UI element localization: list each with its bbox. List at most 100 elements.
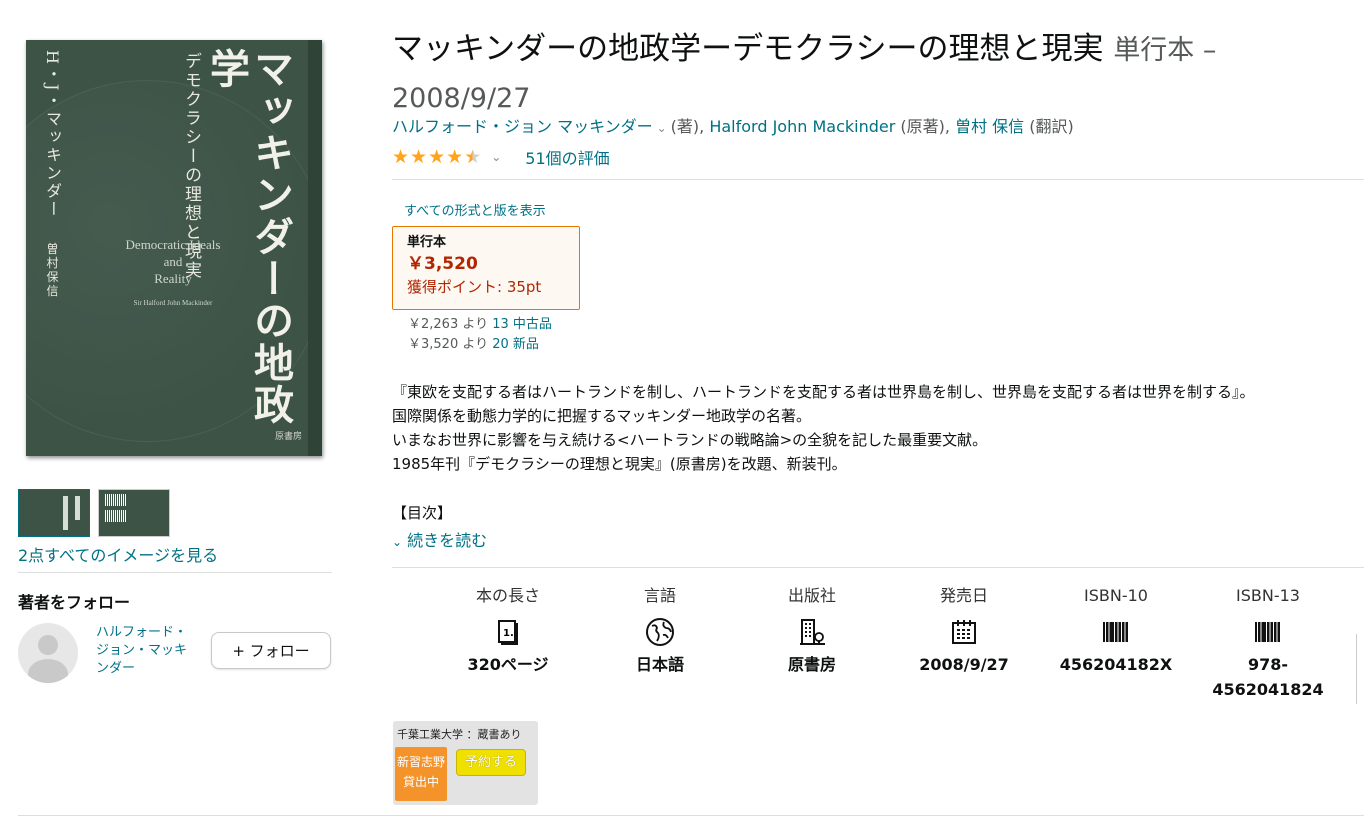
star-full-icon: ★ [410,146,428,168]
contributors-byline: ハルフォード・ジョン マッキンダー ⌄ (著), Halford John Mack… [392,116,1074,139]
product-release-date: 2008/9/27 [392,83,531,114]
format-option-selected[interactable]: 単行本 ￥3,520 獲得ポイント: 35pt [392,226,580,310]
thumbnail-subtitle-mark [75,496,80,520]
contributor-link[interactable]: 曽村 保信 [955,117,1024,136]
library-availability-widget: 千葉工業大学 ：蔵書あり 新習志野 貸出中 予約する [393,721,538,805]
follow-author-heading: 著者をフォロー [18,593,131,612]
rating-summary: ★ ★ ★ ★ ★ ⌄ 51個の評価 [392,145,610,169]
contributor-role: (著), [670,117,705,136]
divider [392,567,1364,568]
detail-isbn-10: ISBN-10 456204182X [1040,584,1192,702]
cover-en-line: Reality [154,271,192,286]
detail-value: 320ページ [467,655,549,674]
star-full-icon: ★ [446,146,464,168]
star-half-icon: ★ [464,146,482,168]
detail-label: 出版社 [787,586,836,605]
all-formats-link[interactable]: すべての形式と版を表示 [404,200,546,219]
book-pages-icon: 1. [432,612,584,652]
detail-value: 2008/9/27 [919,655,1009,674]
avatar-head-shape [38,635,58,655]
contributor-link[interactable]: ハルフォード・ジョン マッキンダー [392,117,653,136]
contributor-role: (翻訳) [1029,117,1074,136]
cover-en-line: and [163,254,183,269]
offer-new: ￥3,520 より 20 新品 [408,335,552,355]
star-full-icon: ★ [428,146,446,168]
library-reserve-button[interactable]: 予約する [456,749,526,776]
detail-language: 言語 日本語 [584,584,736,702]
format-points: 獲得ポイント: 35pt [407,278,542,296]
other-offers: ￥2,263 より 13 中古品 ￥3,520 より 20 新品 [408,315,552,355]
cover-publisher: 原書房 [274,432,302,442]
description-line: 国際関係を動態力学的に把握するマッキンダー地政学の名著。 [392,407,811,425]
table-of-contents-heading: 【目次】 [392,504,453,522]
description-line: 1985年刊『デモクラシーの理想と現実』(原書房)を改題、新装刊。 [392,455,847,473]
carousel-scroll-edge[interactable] [1356,634,1364,704]
svg-text:1.: 1. [503,628,514,639]
follow-button[interactable]: + フォロー [211,632,331,669]
product-details-carousel: 本の長さ 1. 320ページ 言語 日本語 出版社 原書房 発売日 2008/9… [432,584,1344,702]
detail-label: 言語 [643,586,676,605]
cover-en-line: Democratic Ideals [125,237,221,252]
description-line: 『東欧を支配する者はハートランドを制し、ハートランドを支配する者は世界島を制し、… [392,383,1255,401]
thumbnail-front-cover[interactable] [18,489,90,537]
divider [18,572,332,573]
star-full-icon: ★ [392,146,410,168]
offer-price: ￥3,520 より [408,337,489,352]
detail-print-length: 本の長さ 1. 320ページ [432,584,584,702]
detail-publisher: 出版社 原書房 [736,584,888,702]
product-format: 単行本 – [1113,35,1217,66]
cover-author-name: H・J・マッキンダー [43,50,62,219]
library-loan-status: 貸出中 [402,775,439,789]
library-name: 千葉工業大学 ：蔵書あり [397,728,522,741]
offer-price: ￥2,263 より [408,317,489,332]
detail-value: 456204182X [1059,655,1173,674]
read-more-link[interactable]: ⌄ 続きを読む [392,527,487,551]
divider [18,815,1364,816]
detail-value: 原書房 [787,655,836,674]
detail-label: 本の長さ [475,586,540,605]
author-avatar[interactable] [18,623,78,683]
cover-author: H・J・マッキンダー 曽村保信 [40,50,64,299]
barcode-icon [1192,612,1344,652]
offer-used: ￥2,263 より 13 中古品 [408,315,552,335]
offer-used-link[interactable]: 13 中古品 [492,317,552,332]
detail-publication-date: 発売日 2008/9/27 [888,584,1040,702]
barcode-icon [1040,612,1192,652]
cover-english-title: Democratic Ideals and Reality Sir Halfor… [108,236,238,312]
library-status-badge[interactable]: 新習志野 貸出中 [395,747,447,801]
follow-author-name-link[interactable]: ハルフォード・ジョン・マッキンダー [96,624,196,678]
detail-label: ISBN-10 [1084,586,1148,605]
book-cover-image[interactable]: マッキンダーの地政学 デモクラシーの理想と現実 H・J・マッキンダー 曽村保信 … [26,40,322,456]
contributor-role: (原著), [900,117,950,136]
avatar-body-shape [28,659,68,683]
detail-label: 発売日 [939,586,988,605]
product-title: マッキンダーの地政学ーデモクラシーの理想と現実 [392,31,1104,67]
globe-icon [584,612,736,652]
chevron-down-icon[interactable]: ⌄ [657,121,667,135]
contributor-link[interactable]: Halford John Mackinder [709,117,895,136]
cover-spine-edge [308,40,322,456]
thumbnail-back-cover[interactable] [98,489,170,537]
cover-en-author: Sir Halford John Mackinder [133,299,213,307]
chevron-down-icon: ⌄ [392,535,403,549]
detail-label: ISBN-13 [1236,586,1300,605]
thumbnail-barcode [105,494,127,506]
divider [392,179,1364,180]
book-description: 『東欧を支配する者はハートランドを制し、ハートランドを支配する者は世界島を制し、… [392,380,1364,476]
see-all-images-link[interactable]: 2点すべてのイメージを見る [18,542,218,566]
thumbnail-title-mark [63,496,68,530]
format-name: 単行本 [407,235,447,250]
image-thumbnails [18,489,170,537]
detail-value: 日本語 [635,655,684,674]
detail-isbn-13: ISBN-13 978-4562041824 [1192,584,1344,702]
detail-value: 978-4562041824 [1212,655,1324,699]
rating-count-link[interactable]: 51個の評価 [525,145,609,169]
format-price: ￥3,520 [407,254,478,274]
star-rating[interactable]: ★ ★ ★ ★ ★ [392,147,481,167]
calendar-icon [888,612,1040,652]
description-line: いまなお世界に影響を与え続ける<ハートランドの戦略論>の全貌を記した最重要文献。 [392,431,988,449]
offer-new-link[interactable]: 20 新品 [492,337,539,352]
read-more-label: 続きを読む [407,531,488,550]
chevron-down-icon[interactable]: ⌄ [491,150,501,164]
building-icon [736,612,888,652]
